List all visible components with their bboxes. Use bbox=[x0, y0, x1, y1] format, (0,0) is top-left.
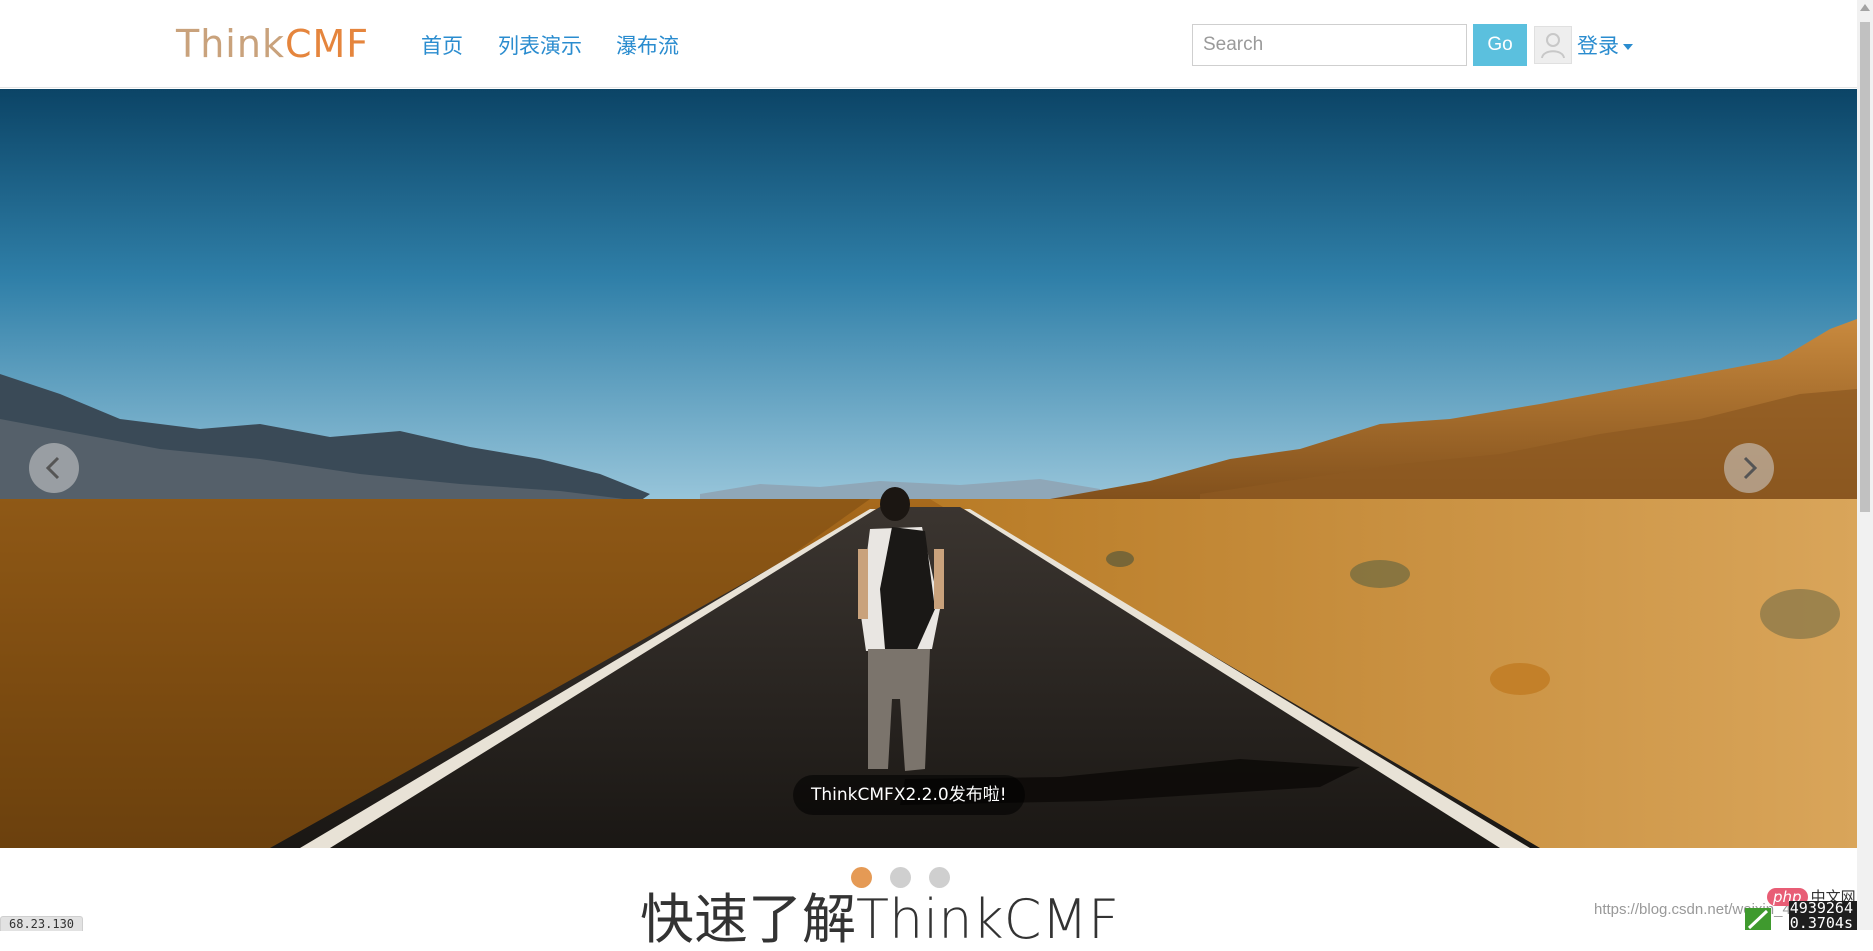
hero-carousel: ThinkCMFX2.2.0发布啦! bbox=[0, 89, 1857, 848]
slide-image-road-desert bbox=[0, 89, 1857, 848]
go-button[interactable]: Go bbox=[1473, 24, 1527, 66]
carousel-indicator-2[interactable] bbox=[890, 867, 911, 888]
slide-caption: ThinkCMFX2.2.0发布啦! bbox=[793, 775, 1025, 815]
login-label: 登录 bbox=[1577, 34, 1619, 58]
carousel-indicator-3[interactable] bbox=[929, 867, 950, 888]
performance-readout: 4939264 0.3704s bbox=[1789, 901, 1857, 930]
chevron-right-icon bbox=[1743, 456, 1758, 480]
section-heading: 快速了解ThinkCMF bbox=[640, 888, 1120, 951]
brand-text-cmf: CMF bbox=[284, 22, 370, 66]
perf-line-2: 0.3704s bbox=[1789, 914, 1853, 931]
scroll-up-arrow-icon[interactable] bbox=[1860, 4, 1870, 11]
carousel-next-button[interactable] bbox=[1724, 443, 1774, 493]
brand-text-think: Think bbox=[176, 22, 285, 66]
page-scrollbar[interactable] bbox=[1857, 0, 1873, 930]
caret-down-icon bbox=[1623, 44, 1633, 50]
nav-link-list-demo[interactable]: 列表演示 bbox=[498, 30, 582, 60]
carousel-prev-button[interactable] bbox=[29, 443, 79, 493]
brand-logo[interactable]: ThinkCMF bbox=[176, 22, 369, 66]
search-input[interactable] bbox=[1192, 24, 1467, 66]
chevron-left-icon bbox=[45, 456, 60, 480]
user-silhouette-icon bbox=[1541, 33, 1565, 59]
nav-link-waterfall[interactable]: 瀑布流 bbox=[616, 30, 679, 60]
leaf-logo-icon bbox=[1745, 908, 1771, 930]
scroll-thumb[interactable] bbox=[1860, 22, 1870, 512]
top-navbar: ThinkCMF 首页 列表演示 瀑布流 Go 登录 bbox=[0, 0, 1857, 88]
nav-link-home[interactable]: 首页 bbox=[421, 30, 463, 60]
user-avatar[interactable] bbox=[1534, 26, 1572, 64]
debug-ip-tag: 68.23.130 bbox=[0, 916, 84, 931]
carousel-indicator-1[interactable] bbox=[851, 867, 872, 888]
login-dropdown[interactable]: 登录 bbox=[1577, 30, 1633, 60]
